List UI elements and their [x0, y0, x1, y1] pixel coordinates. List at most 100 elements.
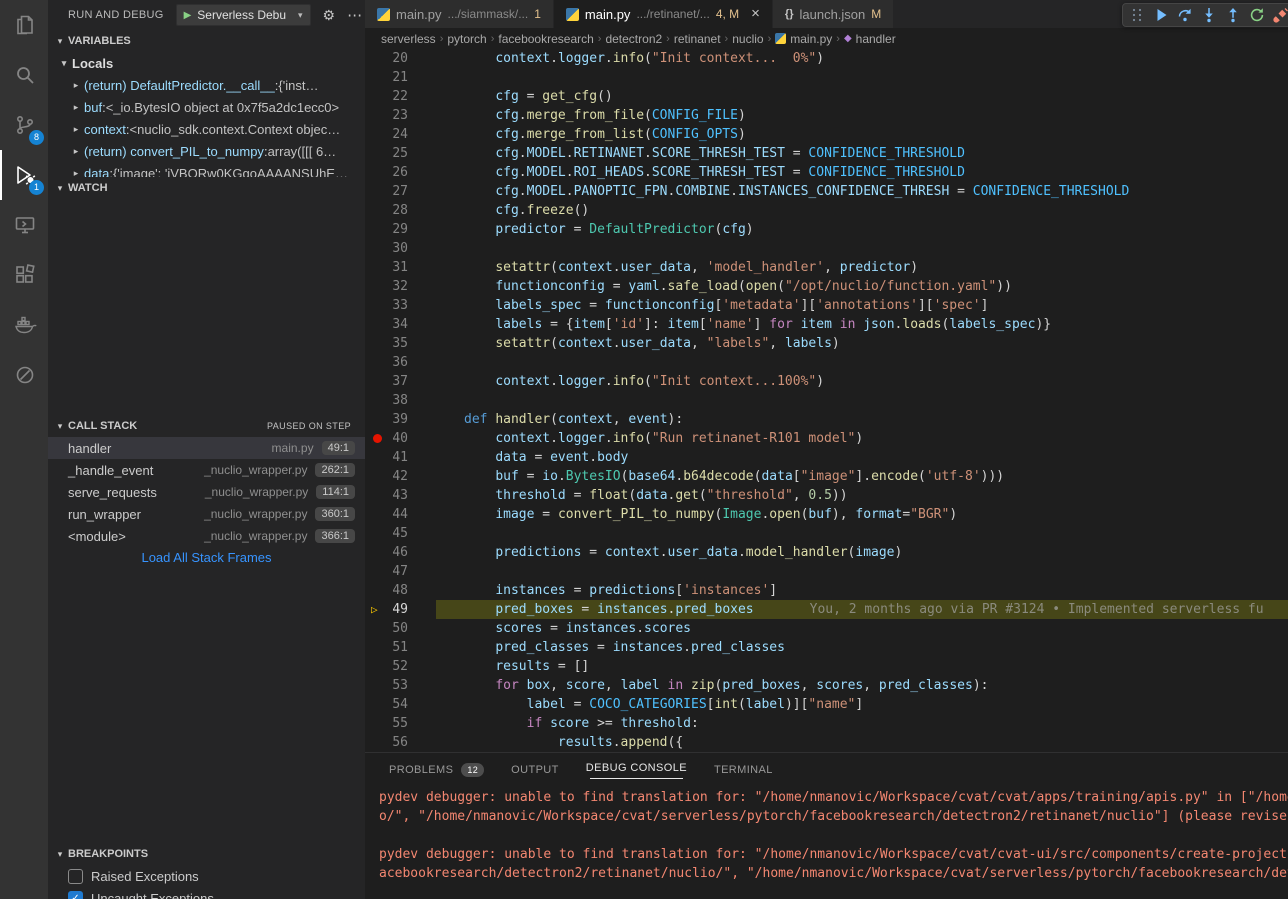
panel-tab-debug-console[interactable]: DEBUG CONSOLE: [586, 762, 687, 778]
code-line-47[interactable]: 47: [365, 562, 1288, 581]
activity-bar-item-extensions[interactable]: [0, 250, 48, 300]
code-line-26[interactable]: 26 cfg.MODEL.ROI_HEADS.SCORE_THRESH_TEST…: [365, 163, 1288, 182]
variables-header[interactable]: ▾ VARIABLES: [48, 30, 365, 52]
gutter[interactable]: 47: [365, 562, 436, 581]
glyph-margin[interactable]: [365, 163, 392, 182]
code-line-30[interactable]: 30: [365, 239, 1288, 258]
gutter[interactable]: 42: [365, 467, 436, 486]
gutter[interactable]: 24: [365, 125, 436, 144]
breadcrumb-item-nuclio[interactable]: nuclio: [732, 32, 763, 46]
gutter[interactable]: 21: [365, 68, 436, 87]
glyph-margin[interactable]: [365, 182, 392, 201]
code-line-24[interactable]: 24 cfg.merge_from_list(CONFIG_OPTS): [365, 125, 1288, 144]
breadcrumb-item-serverless[interactable]: serverless: [381, 32, 436, 46]
glyph-margin[interactable]: [365, 695, 392, 714]
gutter[interactable]: 43: [365, 486, 436, 505]
code-line-33[interactable]: 33 labels_spec = functionconfig['metadat…: [365, 296, 1288, 315]
variable-row[interactable]: ▸(return) DefaultPredictor.__call__: {'i…: [48, 74, 365, 96]
breadcrumb-item-retinanet[interactable]: retinanet: [674, 32, 721, 46]
breakpoint-icon[interactable]: [373, 434, 382, 443]
panel-tab-output[interactable]: OUTPUT: [511, 764, 559, 776]
gutter[interactable]: 26: [365, 163, 436, 182]
editor-tab-2-launch.json[interactable]: {}launch.jsonM: [773, 0, 894, 28]
gutter[interactable]: 45: [365, 524, 436, 543]
glyph-margin[interactable]: [365, 638, 392, 657]
close-icon[interactable]: ×: [751, 7, 760, 21]
glyph-margin[interactable]: [365, 714, 392, 733]
glyph-margin[interactable]: [365, 296, 392, 315]
watch-header[interactable]: ▾ WATCH: [48, 177, 365, 199]
gutter[interactable]: 41: [365, 448, 436, 467]
gutter[interactable]: 29: [365, 220, 436, 239]
gutter[interactable]: 34: [365, 315, 436, 334]
gutter[interactable]: 46: [365, 543, 436, 562]
glyph-margin[interactable]: [365, 429, 392, 448]
code-line-42[interactable]: 42 buf = io.BytesIO(base64.b64decode(dat…: [365, 467, 1288, 486]
code-line-34[interactable]: 34 labels = {item['id']: item['name'] fo…: [365, 315, 1288, 334]
debug-console-output[interactable]: pydev debugger: unable to find translati…: [365, 786, 1288, 883]
code-line-41[interactable]: 41 data = event.body: [365, 448, 1288, 467]
restart-button[interactable]: [1245, 4, 1269, 26]
activity-bar-item-run-and-debug[interactable]: 1: [0, 150, 48, 200]
code-line-39[interactable]: 39def handler(context, event):: [365, 410, 1288, 429]
checkbox[interactable]: ✓: [68, 891, 83, 899]
gutter[interactable]: 27: [365, 182, 436, 201]
gutter[interactable]: 54: [365, 695, 436, 714]
breadcrumb-item-detectron2[interactable]: detectron2: [605, 32, 662, 46]
activity-bar-item-search[interactable]: [0, 50, 48, 100]
gutter[interactable]: 33: [365, 296, 436, 315]
code-line-43[interactable]: 43 threshold = float(data.get("threshold…: [365, 486, 1288, 505]
editor-tab-0-main.py[interactable]: main.py.../siammask/...1: [365, 0, 554, 28]
stack-frame-module[interactable]: <module>_nuclio_wrapper.py366:1: [48, 525, 365, 547]
code-line-28[interactable]: 28 cfg.freeze(): [365, 201, 1288, 220]
code-line-46[interactable]: 46 predictions = context.user_data.model…: [365, 543, 1288, 562]
glyph-margin[interactable]: [365, 448, 392, 467]
glyph-margin[interactable]: [365, 106, 392, 125]
code-line-36[interactable]: 36: [365, 353, 1288, 372]
stack-frame-handler[interactable]: handlermain.py49:1: [48, 437, 365, 459]
gutter[interactable]: 38: [365, 391, 436, 410]
glyph-margin[interactable]: [365, 201, 392, 220]
code-line-49[interactable]: ▷49 pred_boxes = instances.pred_boxesYou…: [365, 600, 1288, 619]
code-line-48[interactable]: 48 instances = predictions['instances']: [365, 581, 1288, 600]
code-line-40[interactable]: 40 context.logger.info("Run retinanet-R1…: [365, 429, 1288, 448]
disconnect-button[interactable]: [1269, 4, 1288, 26]
code-line-22[interactable]: 22 cfg = get_cfg(): [365, 87, 1288, 106]
gutter[interactable]: 56: [365, 733, 436, 752]
variable-row[interactable]: ▸(return) convert_PIL_to_numpy: array([[…: [48, 140, 365, 162]
gutter[interactable]: 30: [365, 239, 436, 258]
gutter[interactable]: 50: [365, 619, 436, 638]
glyph-margin[interactable]: [365, 581, 392, 600]
breakpoints-header[interactable]: ▾ BREAKPOINTS: [48, 843, 365, 865]
glyph-margin[interactable]: [365, 619, 392, 638]
code-line-35[interactable]: 35 setattr(context.user_data, "labels", …: [365, 334, 1288, 353]
code-line-56[interactable]: 56 results.append({: [365, 733, 1288, 752]
breadcrumb-item-facebookresearch[interactable]: facebookresearch: [498, 32, 593, 46]
code-line-31[interactable]: 31 setattr(context.user_data, 'model_han…: [365, 258, 1288, 277]
stack-frame-run_wrapper[interactable]: run_wrapper_nuclio_wrapper.py360:1: [48, 503, 365, 525]
glyph-margin[interactable]: [365, 543, 392, 562]
gutter[interactable]: 48: [365, 581, 436, 600]
stack-frame-_handle_event[interactable]: _handle_event_nuclio_wrapper.py262:1: [48, 459, 365, 481]
glyph-margin[interactable]: [365, 220, 392, 239]
code-editor[interactable]: 20 context.logger.info("Init context... …: [365, 49, 1288, 752]
glyph-margin[interactable]: [365, 353, 392, 372]
code-line-50[interactable]: 50 scores = instances.scores: [365, 619, 1288, 638]
gutter[interactable]: 37: [365, 372, 436, 391]
activity-bar-item-source-control[interactable]: 8: [0, 100, 48, 150]
stack-frame-serve_requests[interactable]: serve_requests_nuclio_wrapper.py114:1: [48, 481, 365, 503]
code-line-54[interactable]: 54 label = COCO_CATEGORIES[int(label)]["…: [365, 695, 1288, 714]
variables-scope-locals[interactable]: ▾Locals: [48, 52, 365, 74]
gear-icon[interactable]: ⚙: [323, 7, 336, 24]
activity-bar-item-remote-explorer[interactable]: [0, 200, 48, 250]
code-line-27[interactable]: 27 cfg.MODEL.PANOPTIC_FPN.COMBINE.INSTAN…: [365, 182, 1288, 201]
activity-bar-item-circle-plugin[interactable]: [0, 350, 48, 400]
drag-handle-button[interactable]: [1125, 4, 1149, 26]
variable-row[interactable]: ▸buf: <_io.BytesIO object at 0x7f5a2dc1e…: [48, 96, 365, 118]
activity-bar-item-docker[interactable]: [0, 300, 48, 350]
gutter[interactable]: 40: [365, 429, 436, 448]
checkbox[interactable]: [68, 869, 83, 884]
glyph-margin[interactable]: [365, 277, 392, 296]
code-line-20[interactable]: 20 context.logger.info("Init context... …: [365, 49, 1288, 68]
breakpoint-item[interactable]: ✓Uncaught Exceptions: [48, 887, 365, 899]
